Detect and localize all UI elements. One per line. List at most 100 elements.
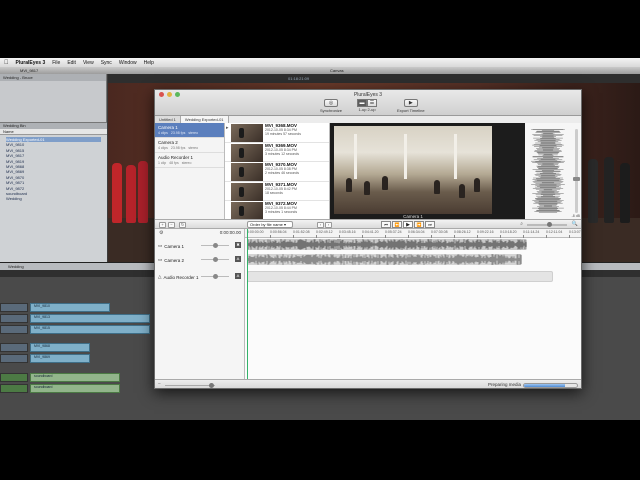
sync-timeline[interactable]: 0:00:00.00 0:00:56.04 0:01:52.08 0:02:49.12…	[245, 229, 581, 379]
fcp-timeline-tab[interactable]: Wedding	[8, 264, 24, 269]
fcp-track-clip[interactable]: MVI_9815	[30, 325, 150, 334]
fcp-viewer-tab: MVI_9817	[20, 68, 39, 73]
order-by-select[interactable]: Order by file name ▾	[247, 221, 293, 228]
clip-date: 2012-10-05 8:42 PM	[265, 186, 297, 191]
volume-slider-knob[interactable]	[573, 177, 580, 181]
track-lock-icon[interactable]: ✖	[235, 242, 241, 248]
fcp-track-header[interactable]	[0, 325, 28, 334]
browser-tabs: Wedding - Bruce	[0, 74, 106, 81]
fcp-track-header[interactable]	[0, 354, 28, 363]
tab-wedding-exported[interactable]: Wedding Exported-01	[180, 116, 229, 123]
menu-view[interactable]: View	[83, 60, 94, 66]
browser-title[interactable]: Wedding - Bruce	[3, 75, 33, 80]
pe-titlebar: PluralEyes 3 ◎ Synchronize ▬ ☰ 1-up 2-up…	[155, 90, 581, 116]
disclosure-arrow-icon[interactable]: ▸	[226, 125, 229, 131]
project-tabs: Untitled 1 Wedding Exported-01	[155, 116, 330, 123]
gear-icon[interactable]: ⚙	[159, 230, 163, 236]
track-volume-slider[interactable]	[201, 257, 229, 262]
viewer-person	[588, 159, 598, 223]
media-item-fps: 23.98 fps	[170, 131, 186, 135]
clip-item[interactable]: MVI_9371.MOV 2012-10-05 8:42 PM 18 seconds	[225, 182, 329, 201]
media-item-name: Audio Recorder 1	[158, 155, 194, 160]
track-lane-camera-2[interactable]	[247, 254, 522, 265]
one-up-icon[interactable]: ▬	[357, 99, 367, 107]
tab-untitled-1[interactable]: Untitled 1	[155, 116, 181, 123]
menu-sync[interactable]: Sync	[101, 60, 112, 66]
fcp-track-header[interactable]	[0, 343, 28, 352]
refresh-icon[interactable]: ↻	[179, 222, 186, 228]
track-header-camera-2[interactable]: ▭ Camera 2 A	[155, 253, 245, 267]
media-item-status: stereo	[188, 146, 199, 150]
menu-file[interactable]: File	[52, 60, 60, 66]
fcp-track-header[interactable]	[0, 314, 28, 323]
clip-item[interactable]: MVI_9369.MOV 2012-10-05 8:34 PM 3 minutes …	[225, 143, 329, 162]
track-lock-icon[interactable]: A	[235, 256, 241, 262]
timeline-zoom-slider[interactable]	[527, 222, 567, 227]
letterbox-top	[0, 0, 640, 58]
track-volume-slider[interactable]	[201, 243, 229, 248]
track-header-audio-recorder[interactable]: △ Audio Recorder 1 A	[155, 270, 245, 284]
clip-duration: 2 minutes 46 seconds	[265, 171, 300, 175]
export-timeline-button[interactable]: ▶ Export Timeline	[397, 99, 425, 113]
fcp-track-clip[interactable]: soundboard	[30, 373, 120, 382]
menubar-app-name[interactable]: PluralEyes 3	[16, 60, 46, 66]
audio-track-icon: △	[158, 274, 162, 279]
prev-arrow-icon[interactable]: ‹	[317, 222, 324, 228]
fcp-track-clip[interactable]: MVI_9869	[30, 354, 90, 363]
clip-item[interactable]: MVI_9368.MOV 2012-10-05 8:34 PM 19 minutes…	[225, 123, 329, 143]
volume-knob[interactable]	[213, 257, 218, 262]
add-track-button[interactable]: +	[159, 222, 166, 228]
progress-fill	[524, 384, 566, 387]
menu-edit[interactable]: Edit	[67, 60, 76, 66]
fcp-track-clip[interactable]: MVI_9813	[30, 314, 150, 323]
clip-item[interactable]: MVI_9370.MOV 2012-10-05 8:38 PM 2 minutes …	[225, 162, 329, 182]
track-lane-audio-recorder[interactable]	[247, 271, 553, 282]
track-lane-camera-1[interactable]	[247, 239, 527, 250]
go-to-end-icon[interactable]: ⏭	[425, 221, 435, 228]
volume-knob[interactable]	[213, 243, 218, 248]
media-item-clips: 4 clips	[158, 146, 168, 150]
media-item-camera-1[interactable]: Camera 1 4 clips 23.98 fps stereo	[155, 123, 224, 138]
track-volume-slider[interactable]	[201, 274, 229, 279]
play-icon[interactable]: ▶	[403, 221, 413, 228]
viewer-person	[604, 157, 614, 223]
step-back-icon[interactable]: ⏪	[392, 221, 402, 228]
apple-icon[interactable]: 	[4, 60, 9, 66]
volume-knob[interactable]	[213, 274, 218, 279]
zoom-out-icon[interactable]: ⌕	[520, 221, 523, 227]
synchronize-button[interactable]: ◎ Synchronize	[320, 99, 342, 113]
menu-help[interactable]: Help	[144, 60, 154, 66]
track-lock-icon[interactable]: A	[235, 273, 241, 279]
clip-thumbnail	[231, 182, 263, 201]
track-header-camera-1[interactable]: ▭ Camera 1 ✖	[155, 239, 245, 253]
playhead[interactable]	[247, 229, 248, 379]
preview-guest	[346, 178, 352, 192]
fcp-track-header[interactable]	[0, 303, 28, 312]
zoom-in-icon[interactable]: 🔍	[572, 221, 578, 227]
go-to-start-icon[interactable]: ⏮	[381, 221, 391, 228]
track-height-slider[interactable]	[165, 383, 215, 388]
fcp-track-clip[interactable]: MVI_9810	[30, 303, 110, 312]
zoom-slider-knob[interactable]	[547, 222, 552, 227]
export-icon: ▶	[403, 99, 418, 107]
volume-slider[interactable]	[573, 129, 580, 213]
zoom-out-icon[interactable]: −	[158, 381, 161, 387]
two-up-icon[interactable]: ☰	[367, 99, 377, 107]
view-mode-toggle[interactable]: ▬ ☰ 1-up 2-up	[357, 99, 377, 112]
bin-item[interactable]: Wedding	[6, 196, 101, 201]
timeline-ruler[interactable]: 0:00:00.00 0:00:56.04 0:01:52.08 0:02:49.12…	[245, 229, 581, 238]
media-item-audio-recorder-1[interactable]: Audio Recorder 1 1 clip 48 fps stereo	[155, 153, 224, 168]
viewer-person	[138, 161, 148, 223]
track-height-knob[interactable]	[209, 383, 214, 388]
menu-window[interactable]: Window	[119, 60, 137, 66]
media-item-camera-2[interactable]: Camera 2 4 clips 23.98 fps stereo	[155, 138, 224, 153]
clip-item[interactable]: MVI_9372.MOV 2012-10-05 8:44 PM 3 minutes …	[225, 201, 329, 219]
fcp-track-header[interactable]	[0, 373, 28, 382]
fcp-track-clip[interactable]: MVI_9868	[30, 343, 90, 352]
fcp-track-clip[interactable]: soundboard	[30, 384, 120, 393]
fcp-track-header[interactable]	[0, 384, 28, 393]
next-arrow-icon[interactable]: ›	[325, 222, 332, 228]
preview-frame[interactable]	[334, 126, 492, 214]
step-forward-icon[interactable]: ⏩	[414, 221, 424, 228]
remove-track-button[interactable]: −	[168, 222, 175, 228]
